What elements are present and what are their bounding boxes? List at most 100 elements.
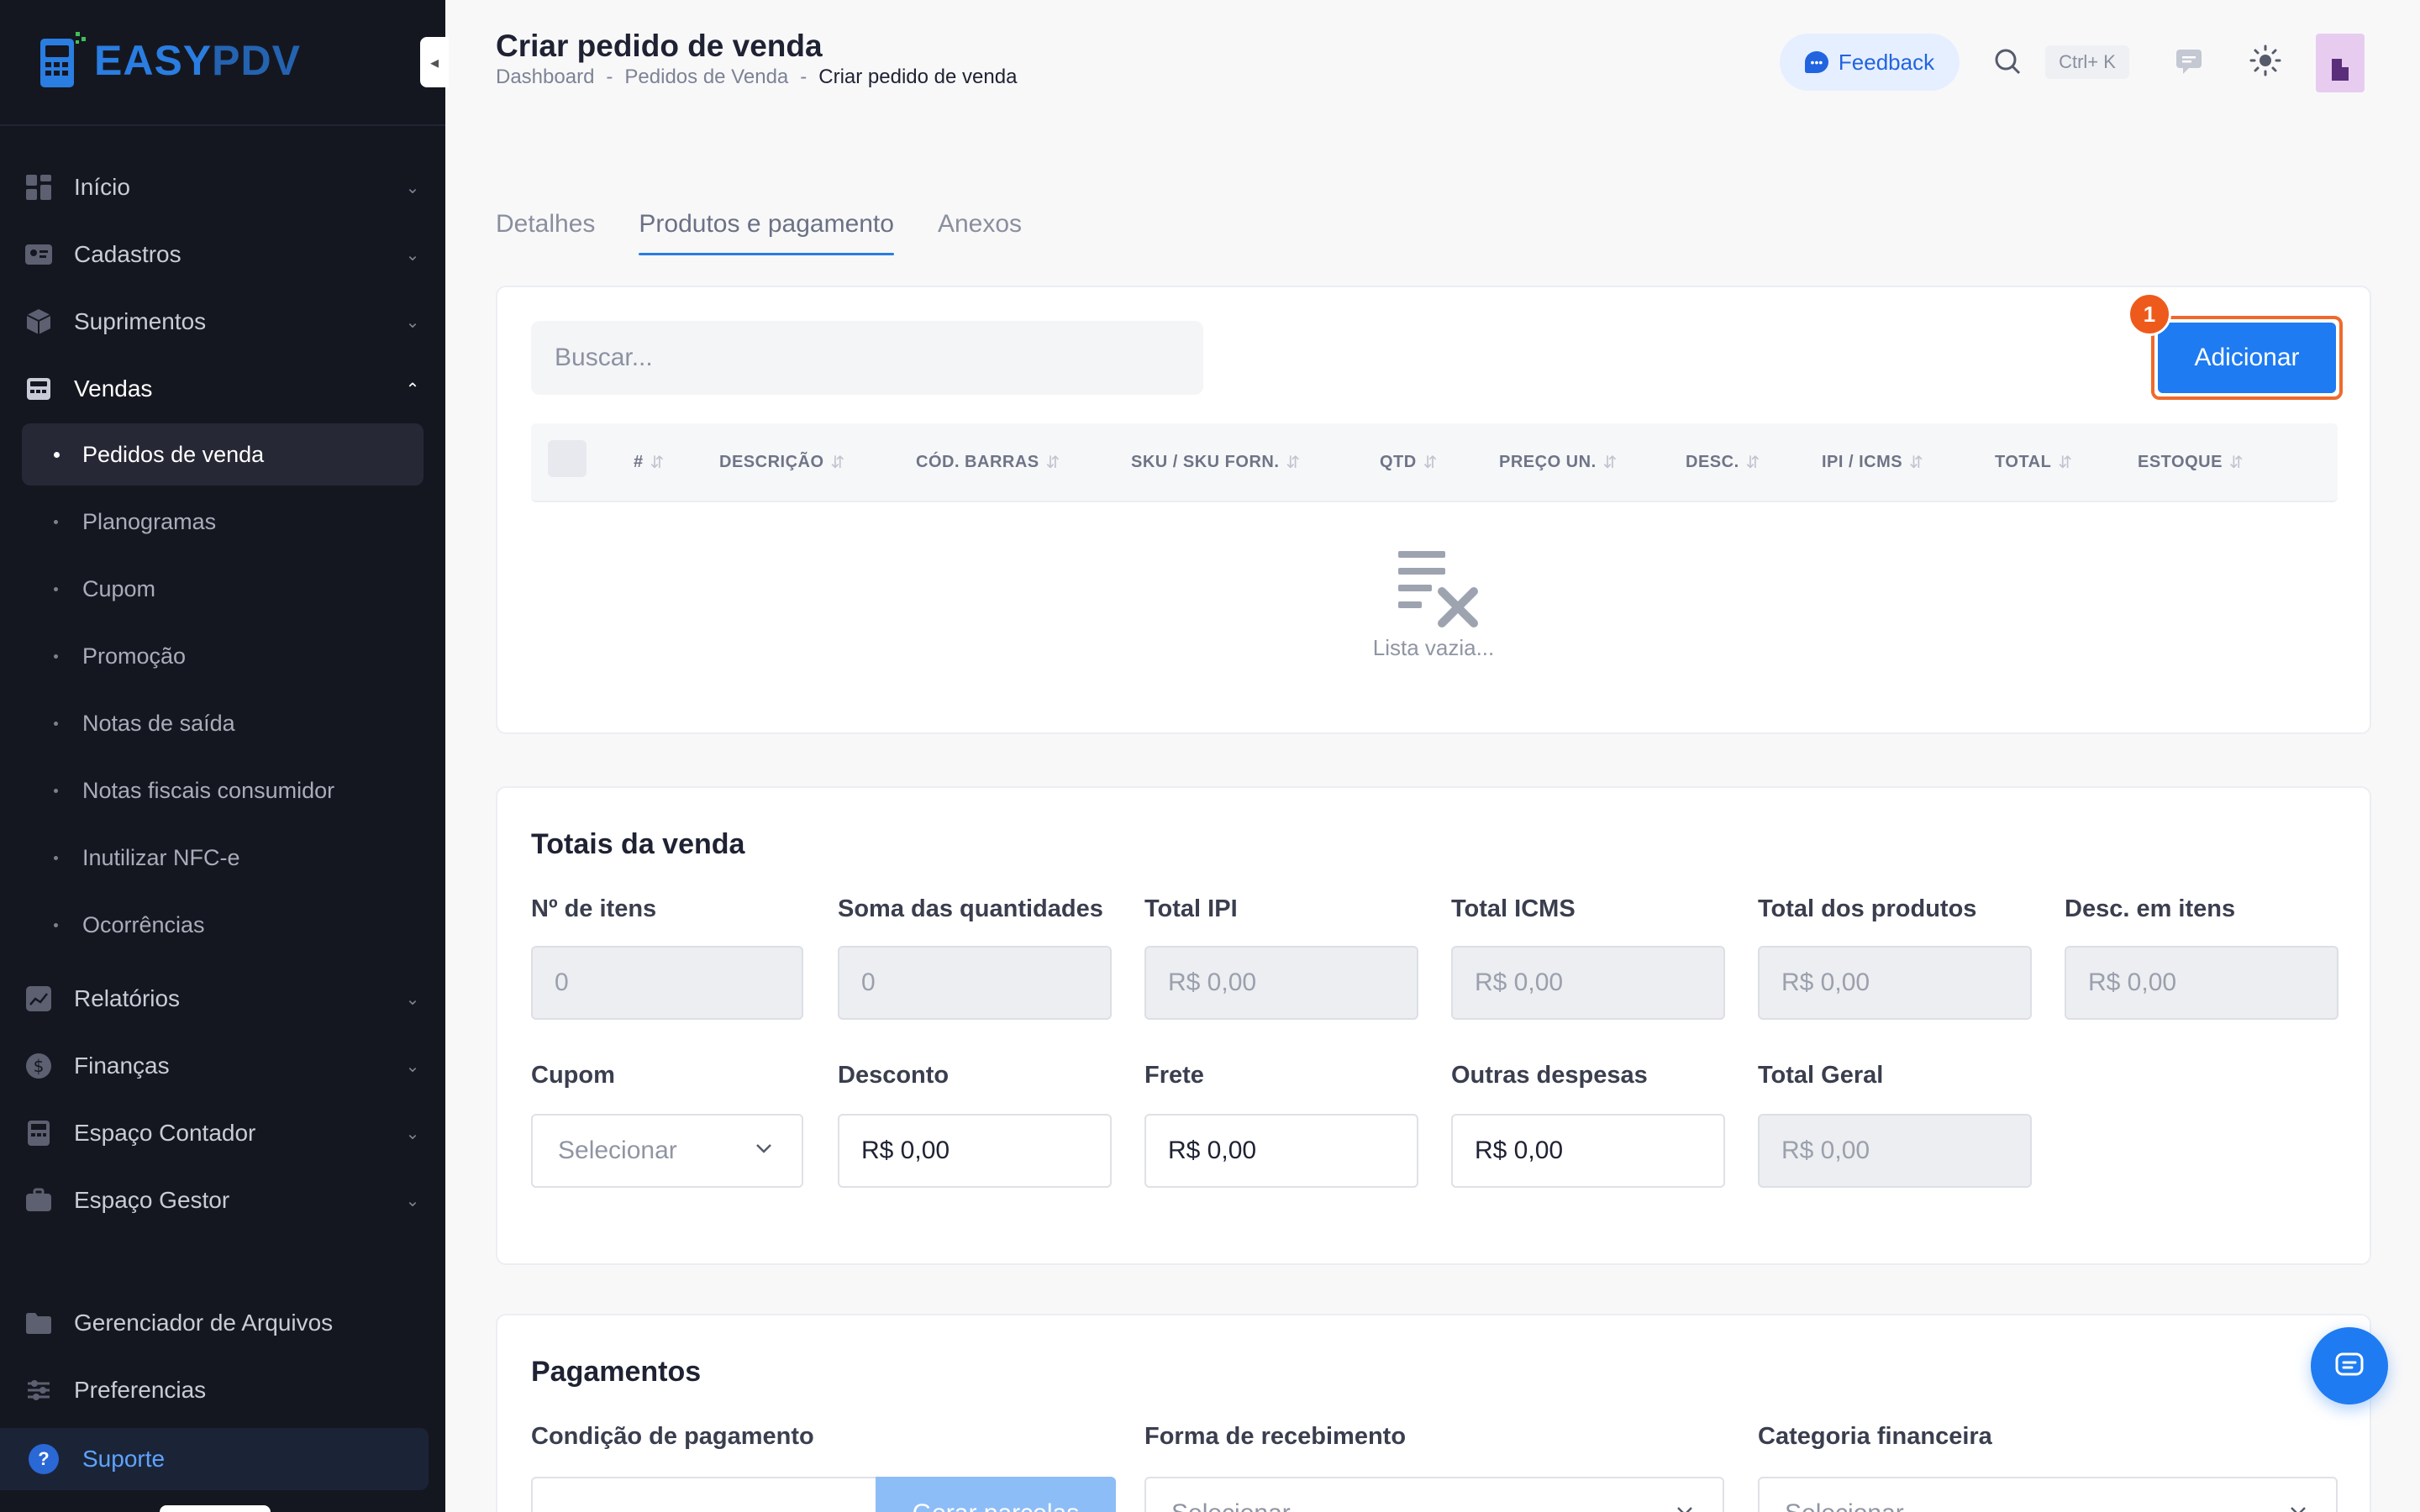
calculator-icon xyxy=(22,1116,55,1150)
column-header-desc[interactable]: DESC. ⇵ xyxy=(1686,452,1760,473)
total-geral-field: R$ 0,00 xyxy=(1758,1114,2032,1188)
sun-icon[interactable] xyxy=(2249,44,2282,77)
sidebar-item-suprimentos[interactable]: Suprimentos ⌄ xyxy=(22,291,424,353)
id-card-icon xyxy=(22,238,55,271)
sidebar-subitem-inutilizar-nfce[interactable]: Inutilizar NFC-e xyxy=(22,827,424,889)
sidebar-subitem-notas-fiscais-consumidor[interactable]: Notas fiscais consumidor xyxy=(22,759,424,822)
sidebar-scroll-handle[interactable] xyxy=(160,1505,271,1512)
sidebar-item-cadastros[interactable]: Cadastros ⌄ xyxy=(22,223,424,286)
sidebar-item-vendas[interactable]: Vendas ⌃ xyxy=(22,358,424,420)
label-num-itens: Nº de itens xyxy=(531,895,657,922)
desc-itens-field: R$ 0,00 xyxy=(2065,946,2338,1020)
chevron-left-icon: ◂ xyxy=(429,53,439,72)
chevron-down-icon xyxy=(2291,1507,2306,1512)
payments-card: Pagamentos Condição de pagamento Gerar p… xyxy=(496,1314,2371,1512)
sidebar-item-espaco-contador[interactable]: Espaço Contador ⌄ xyxy=(22,1102,424,1164)
sidebar-item-preferencias[interactable]: Preferencias xyxy=(22,1359,424,1421)
label-total-geral: Total Geral xyxy=(1758,1062,1884,1089)
breadcrumb-current: Criar pedido de venda xyxy=(818,66,1018,88)
label-soma-quantidades: Soma das quantidades xyxy=(838,895,1103,922)
column-header-preco-un[interactable]: PREÇO UN. ⇵ xyxy=(1499,452,1618,473)
label-cupom: Cupom xyxy=(531,1062,615,1089)
chart-icon xyxy=(22,982,55,1016)
message-icon[interactable] xyxy=(2175,47,2203,76)
sidebar-item-suporte[interactable]: ? Suporte xyxy=(0,1428,429,1490)
chevron-down-icon: ⌄ xyxy=(405,990,420,1009)
outras-despesas-input[interactable]: R$ 0,00 xyxy=(1451,1114,1725,1188)
chevron-down-icon: ⌄ xyxy=(405,1124,420,1143)
feedback-button[interactable]: ••• Feedback xyxy=(1780,34,1960,91)
brand-logo[interactable]: EASYPDV xyxy=(37,29,301,92)
dollar-icon: $ xyxy=(22,1049,55,1083)
column-header-estoque[interactable]: ESTOQUE ⇵ xyxy=(2138,452,2244,473)
folder-icon xyxy=(22,1306,55,1340)
column-header-sku[interactable]: SKU / SKU FORN. ⇵ xyxy=(1131,452,1301,473)
desconto-input[interactable]: R$ 0,00 xyxy=(838,1114,1112,1188)
product-search-input[interactable]: Buscar... xyxy=(531,321,1203,395)
chat-fab-button[interactable] xyxy=(2311,1327,2388,1404)
forma-recebimento-select[interactable]: Selecionar xyxy=(1144,1477,1724,1512)
label-outras-despesas: Outras despesas xyxy=(1451,1062,1648,1089)
sidebar-subitem-cupom[interactable]: Cupom xyxy=(22,558,424,620)
sidebar-item-gerenciador-de-arquivos[interactable]: Gerenciador de Arquivos xyxy=(22,1292,424,1354)
brand-name: EASYPDV xyxy=(94,37,301,84)
sidebar-item-inicio[interactable]: Início ⌄ xyxy=(22,156,424,218)
chevron-down-icon xyxy=(756,1144,771,1153)
sidebar-subitem-notas-de-saida[interactable]: Notas de saída xyxy=(22,692,424,754)
sidebar-subitem-promocao[interactable]: Promoção xyxy=(22,625,424,687)
column-header-cod-barras[interactable]: CÓD. BARRAS ⇵ xyxy=(916,452,1060,473)
sort-icon: ⇵ xyxy=(1602,454,1618,472)
tab-anexos[interactable]: Anexos xyxy=(938,210,1022,255)
sort-icon: ⇵ xyxy=(1423,454,1438,472)
label-forma-recebimento: Forma de recebimento xyxy=(1144,1423,1407,1450)
column-header-ipi-icms[interactable]: IPI / ICMS ⇵ xyxy=(1822,452,1923,473)
empty-list-icon xyxy=(1398,551,1478,627)
select-all-checkbox[interactable] xyxy=(548,440,587,477)
chevron-down-icon: ⌄ xyxy=(405,1057,420,1076)
tab-detalhes[interactable]: Detalhes xyxy=(496,210,595,255)
label-total-ipi: Total IPI xyxy=(1144,895,1238,922)
avatar[interactable] xyxy=(2316,34,2365,92)
search-icon[interactable] xyxy=(1993,47,2022,76)
label-frete: Frete xyxy=(1144,1062,1204,1089)
column-header-total[interactable]: TOTAL ⇵ xyxy=(1995,452,2073,473)
sidebar-collapse-button[interactable]: ◂ xyxy=(420,37,449,87)
column-header-qtd[interactable]: QTD ⇵ xyxy=(1380,452,1438,473)
sort-icon: ⇵ xyxy=(1909,454,1924,472)
chevron-down-icon: ⌄ xyxy=(405,1191,420,1210)
sidebar-subitem-planogramas[interactable]: Planogramas xyxy=(22,491,424,553)
gerar-parcelas-button[interactable]: Gerar parcelas xyxy=(876,1477,1116,1512)
column-header-index[interactable]: # ⇵ xyxy=(634,452,665,473)
tab-produtos-e-pagamento[interactable]: Produtos e pagamento xyxy=(639,210,894,255)
sort-icon: ⇵ xyxy=(2058,454,2073,472)
chat-bubble-icon: ••• xyxy=(1804,51,1828,73)
breadcrumb-pedidos-de-venda[interactable]: Pedidos de Venda xyxy=(624,66,788,89)
totals-title: Totais da venda xyxy=(531,828,745,860)
total-ipi-field: R$ 0,00 xyxy=(1144,946,1418,1020)
categoria-financeira-select[interactable]: Selecionar xyxy=(1758,1477,2338,1512)
add-product-button[interactable]: Adicionar xyxy=(2158,323,2336,393)
sidebar-subitem-ocorrencias[interactable]: Ocorrências xyxy=(22,894,424,956)
add-button-highlight: Adicionar xyxy=(2151,316,2343,400)
help-icon: ? xyxy=(29,1444,59,1474)
page-title: Criar pedido de venda xyxy=(496,29,823,63)
sidebar-subitem-pedidos-de-venda[interactable]: Pedidos de venda xyxy=(22,423,424,486)
products-card: Buscar... Adicionar 1 # ⇵ DESCRIÇÃO ⇵ CÓD.… xyxy=(496,286,2371,734)
column-header-descricao[interactable]: DESCRIÇÃO ⇵ xyxy=(719,452,845,473)
sidebar-divider xyxy=(0,124,445,126)
total-produtos-field: R$ 0,00 xyxy=(1758,946,2032,1020)
register-icon xyxy=(22,372,55,406)
total-icms-field: R$ 0,00 xyxy=(1451,946,1725,1020)
sidebar-item-espaco-gestor[interactable]: Espaço Gestor ⌄ xyxy=(22,1169,424,1231)
sort-icon: ⇵ xyxy=(830,454,845,472)
condicao-pagamento-input[interactable] xyxy=(531,1477,877,1512)
soma-quantidades-field: 0 xyxy=(838,946,1112,1020)
sidebar-item-relatorios[interactable]: Relatórios ⌄ xyxy=(22,968,424,1030)
cupom-select[interactable]: Selecionar xyxy=(531,1114,803,1188)
frete-input[interactable]: R$ 0,00 xyxy=(1144,1114,1418,1188)
label-total-icms: Total ICMS xyxy=(1451,895,1576,922)
num-itens-field: 0 xyxy=(531,946,803,1020)
sidebar-item-financas[interactable]: $ Finanças ⌄ xyxy=(22,1035,424,1097)
totals-card: Totais da venda Nº de itens 0 Soma das q… xyxy=(496,786,2371,1265)
breadcrumb-dashboard[interactable]: Dashboard xyxy=(496,66,594,89)
